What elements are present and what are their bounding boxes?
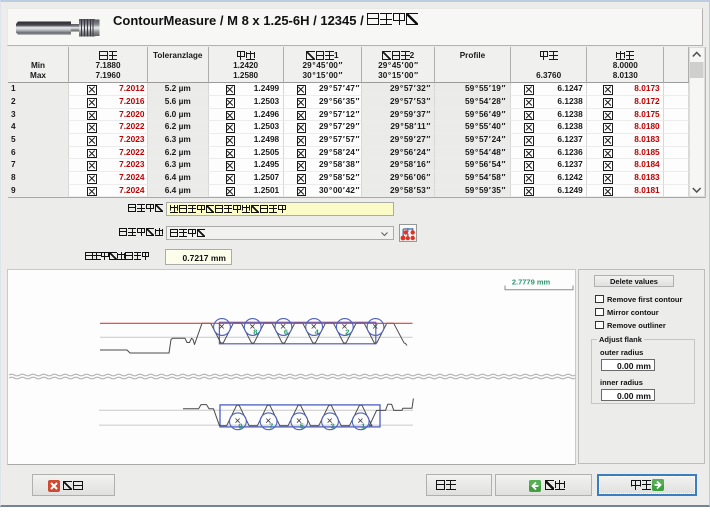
svg-text:1: 1 xyxy=(361,421,365,430)
svg-text:5: 5 xyxy=(300,421,304,430)
svg-text:3: 3 xyxy=(331,421,335,430)
svg-text:2: 2 xyxy=(345,327,349,336)
svg-text:6: 6 xyxy=(284,327,288,336)
svg-text:9: 9 xyxy=(238,421,242,430)
svg-text:8: 8 xyxy=(253,327,257,336)
svg-text:7: 7 xyxy=(269,421,273,430)
svg-text:2.7779 mm: 2.7779 mm xyxy=(512,278,551,287)
svg-text:4: 4 xyxy=(315,327,320,336)
